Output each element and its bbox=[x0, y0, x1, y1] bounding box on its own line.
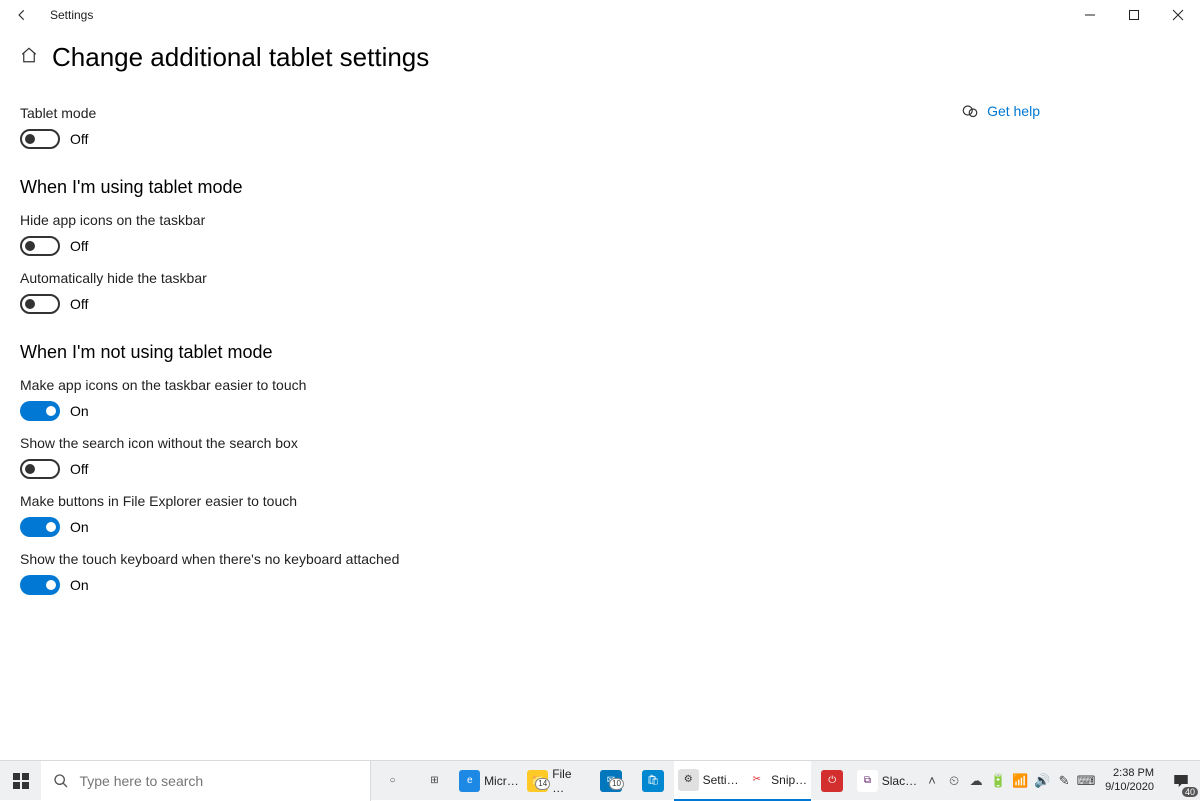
back-arrow-icon bbox=[15, 8, 29, 22]
tablet-mode-label: Tablet mode bbox=[20, 105, 720, 121]
easier-icons-state: On bbox=[70, 403, 89, 419]
store-icon: 🛍 bbox=[642, 770, 664, 792]
maximize-button[interactable] bbox=[1112, 0, 1156, 30]
touch-keyboard-toggle[interactable] bbox=[20, 575, 60, 595]
minimize-icon bbox=[1084, 9, 1096, 21]
tray-icon-2[interactable]: ☁ bbox=[965, 761, 987, 801]
power-icon: ⏻ bbox=[821, 770, 843, 792]
easier-icons-toggle[interactable] bbox=[20, 401, 60, 421]
settings-label: Setti… bbox=[703, 773, 739, 787]
taskbar: ○ ⊞ e Micr… 📁14File … ✉10 🛍 ⚙ Setti… ✂Snip… ⏻ ⧉ Slac… bbox=[0, 760, 1200, 800]
easier-explorer-state: On bbox=[70, 519, 89, 535]
taskbar-app-slack[interactable]: ⧉ Slac… bbox=[853, 761, 921, 801]
edge-icon: e bbox=[459, 770, 480, 792]
tray-icon-7[interactable]: ⌨ bbox=[1075, 761, 1097, 801]
touch-keyboard-state: On bbox=[70, 577, 89, 593]
mail-icon: ✉10 bbox=[600, 770, 622, 792]
hide-taskbar-toggle[interactable] bbox=[20, 294, 60, 314]
search-input[interactable] bbox=[79, 773, 358, 789]
taskbar-app-settings[interactable]: ⚙ Setti… bbox=[674, 761, 743, 801]
clock-date: 9/10/2020 bbox=[1105, 781, 1154, 794]
tray-icon-6[interactable]: ✎ bbox=[1053, 761, 1075, 801]
home-icon bbox=[20, 46, 38, 64]
taskbar-search[interactable] bbox=[41, 761, 371, 801]
hide-taskbar-state: Off bbox=[70, 296, 88, 312]
app-title: Settings bbox=[44, 8, 93, 22]
taskbar-clock[interactable]: 2:38 PM 9/10/2020 bbox=[1097, 767, 1162, 793]
cortana-icon: ○ bbox=[381, 770, 403, 792]
hide-icons-toggle[interactable] bbox=[20, 236, 60, 256]
touch-keyboard-label: Show the touch keyboard when there's no … bbox=[20, 551, 720, 567]
search-icon bbox=[53, 773, 69, 789]
page-title: Change additional tablet settings bbox=[52, 42, 429, 73]
hide-icons-state: Off bbox=[70, 238, 88, 254]
action-center-badge: 40 bbox=[1182, 787, 1198, 797]
start-button[interactable] bbox=[0, 761, 41, 801]
edge-label: Micr… bbox=[484, 774, 519, 788]
minimize-button[interactable] bbox=[1068, 0, 1112, 30]
search-icon-only-toggle[interactable] bbox=[20, 459, 60, 479]
hide-icons-label: Hide app icons on the taskbar bbox=[20, 212, 720, 228]
page-header: Change additional tablet settings bbox=[0, 30, 1200, 81]
tray-icon-3[interactable]: 🔋 bbox=[987, 761, 1009, 801]
task-view-icon: ⊞ bbox=[423, 770, 445, 792]
section-not-using-heading: When I'm not using tablet mode bbox=[20, 342, 720, 363]
file-explorer-icon: 📁14 bbox=[527, 770, 548, 792]
taskbar-app-mail[interactable]: ✉10 bbox=[590, 761, 632, 801]
taskbar-app-cortana[interactable]: ○ bbox=[371, 761, 413, 801]
snip-icon: ✂ bbox=[747, 769, 768, 791]
windows-logo-icon bbox=[13, 773, 29, 789]
taskbar-app-store[interactable]: 🛍 bbox=[632, 761, 674, 801]
mail-badge: 10 bbox=[609, 778, 624, 790]
taskbar-app-task-view[interactable]: ⊞ bbox=[413, 761, 455, 801]
titlebar: Settings bbox=[0, 0, 1200, 30]
tray-icon-0[interactable]: ˄ bbox=[921, 761, 943, 801]
file-explorer-label: File … bbox=[552, 767, 586, 795]
tray-icon-5[interactable]: 🔊 bbox=[1031, 761, 1053, 801]
close-icon bbox=[1172, 9, 1184, 21]
help-chat-icon bbox=[961, 103, 979, 121]
settings-icon: ⚙ bbox=[678, 769, 699, 791]
clock-time: 2:38 PM bbox=[1105, 767, 1154, 780]
file-explorer-badge: 14 bbox=[535, 778, 550, 790]
action-center-button[interactable]: 40 bbox=[1162, 761, 1200, 801]
easier-explorer-toggle[interactable] bbox=[20, 517, 60, 537]
settings-column: Tablet mode Off When I'm using tablet mo… bbox=[20, 101, 720, 609]
hide-taskbar-label: Automatically hide the taskbar bbox=[20, 270, 720, 286]
taskbar-app-edge[interactable]: e Micr… bbox=[455, 761, 522, 801]
slack-icon: ⧉ bbox=[857, 770, 878, 792]
get-help-link[interactable]: Get help bbox=[987, 103, 1040, 119]
search-icon-only-label: Show the search icon without the search … bbox=[20, 435, 720, 451]
taskbar-app-snip[interactable]: ✂Snip… bbox=[743, 761, 812, 801]
snip-label: Snip… bbox=[771, 773, 807, 787]
tablet-mode-toggle[interactable] bbox=[20, 129, 60, 149]
tray-icon-1[interactable]: ⏲ bbox=[943, 761, 965, 801]
window-controls bbox=[1068, 0, 1200, 30]
tablet-mode-state: Off bbox=[70, 131, 88, 147]
taskbar-app-power[interactable]: ⏻ bbox=[811, 761, 853, 801]
back-button[interactable] bbox=[0, 0, 44, 30]
slack-label: Slac… bbox=[882, 774, 917, 788]
taskbar-app-file-explorer[interactable]: 📁14File … bbox=[523, 761, 590, 801]
easier-icons-label: Make app icons on the taskbar easier to … bbox=[20, 377, 720, 393]
tray-icon-4[interactable]: 📶 bbox=[1009, 761, 1031, 801]
close-button[interactable] bbox=[1156, 0, 1200, 30]
section-using-heading: When I'm using tablet mode bbox=[20, 177, 720, 198]
maximize-icon bbox=[1128, 9, 1140, 21]
easier-explorer-label: Make buttons in File Explorer easier to … bbox=[20, 493, 720, 509]
search-icon-only-state: Off bbox=[70, 461, 88, 477]
home-button[interactable] bbox=[20, 46, 38, 69]
